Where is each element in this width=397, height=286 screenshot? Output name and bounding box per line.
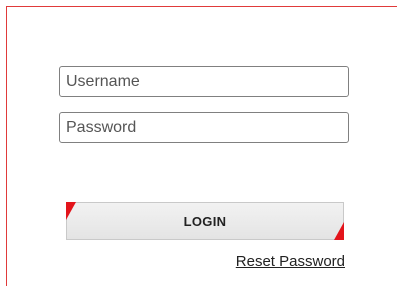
password-input[interactable] xyxy=(59,112,349,143)
corner-accent-top-left xyxy=(66,202,76,220)
login-panel xyxy=(6,6,397,286)
login-button-label: LOGIN xyxy=(183,213,227,229)
login-button[interactable]: LOGIN xyxy=(66,202,344,240)
corner-accent-bottom-right xyxy=(334,222,344,240)
username-input[interactable] xyxy=(59,66,349,97)
reset-password-link[interactable]: Reset Password xyxy=(236,253,345,270)
